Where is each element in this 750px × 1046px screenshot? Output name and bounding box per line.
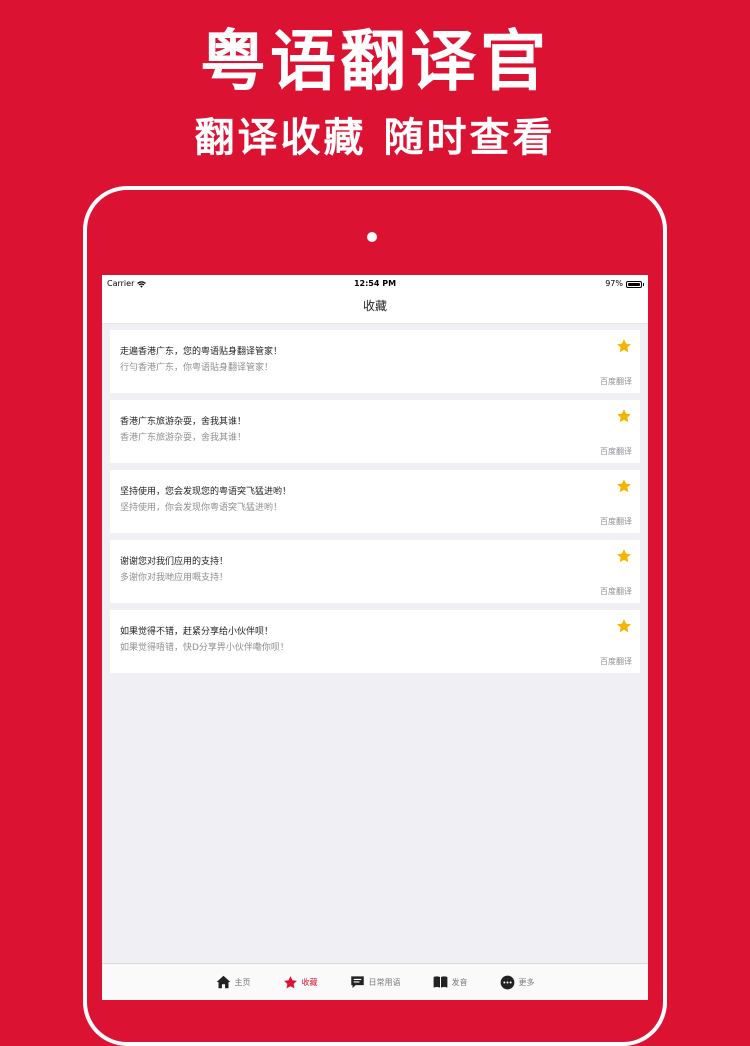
favorite-card[interactable]: 坚持使用，您会发现您的粤语突飞猛进哟！ 坚持使用，你会发现你粤语突飞猛进哟！ 百度翻… bbox=[110, 470, 640, 533]
promo-subtitle: 翻译收藏 随时查看 bbox=[194, 115, 556, 161]
favorite-translation-text: 行勻香港广东，你粤语貼身翻译管家！ bbox=[120, 363, 274, 373]
favorite-translation-text: 多谢你对我哋应用嘅支持！ bbox=[120, 573, 229, 583]
favorite-source-text: 谢谢您对我们应用的支持！ bbox=[120, 557, 229, 567]
translation-engine-label: 百度翻译 bbox=[600, 587, 632, 596]
translation-engine-label: 百度翻译 bbox=[600, 517, 632, 526]
tab-label: 更多 bbox=[518, 977, 535, 987]
favorite-source-text: 香港广东旅游杂耍，舍我其谁！ bbox=[120, 417, 247, 427]
favorite-card[interactable]: 走遍香港广东，您的粤语贴身翻译管家！ 行勻香港广东，你粤语貼身翻译管家！ 百度翻译 bbox=[110, 330, 640, 393]
tab-label: 发音 bbox=[451, 977, 468, 987]
tab-book[interactable]: 发音 bbox=[433, 975, 468, 989]
star-icon[interactable] bbox=[616, 548, 632, 564]
tab-home[interactable]: 主页 bbox=[216, 975, 251, 989]
favorite-translation-text: 如果觉得唔错，快D分享畀小伙伴嘞你呗！ bbox=[120, 643, 289, 653]
status-bar: Carrier 12:54 PM 97% bbox=[102, 275, 648, 293]
favorite-translation-text: 香港广东旅游杂耍，舍我其谁！ bbox=[120, 433, 247, 443]
more-icon bbox=[500, 975, 519, 990]
favorite-translation-text: 坚持使用，你会发现你粤语突飞猛进哟！ bbox=[120, 503, 283, 513]
nav-title: 收藏 bbox=[362, 299, 387, 313]
tab-label: 收藏 bbox=[301, 977, 318, 987]
star-icon[interactable] bbox=[616, 408, 632, 424]
translation-engine-label: 百度翻译 bbox=[600, 657, 632, 666]
star-icon bbox=[283, 975, 302, 990]
tab-star[interactable]: 收藏 bbox=[283, 975, 318, 990]
book-icon bbox=[433, 975, 452, 989]
star-icon[interactable] bbox=[616, 338, 632, 354]
battery-cap bbox=[642, 283, 644, 286]
favorite-card[interactable]: 香港广东旅游杂耍，舍我其谁！ 香港广东旅游杂耍，舍我其谁！ 百度翻译 bbox=[110, 400, 640, 463]
favorites-list: 走遍香港广东，您的粤语贴身翻译管家！ 行勻香港广东，你粤语貼身翻译管家！ 百度翻译香… bbox=[102, 324, 648, 673]
favorite-source-text: 如果觉得不错，赶紧分享给小伙伴呗！ bbox=[120, 627, 274, 637]
nav-bar: 收藏 bbox=[102, 293, 648, 324]
battery-level bbox=[628, 282, 640, 286]
promo-title: 粤语翻译官 bbox=[200, 23, 550, 100]
star-icon[interactable] bbox=[616, 618, 632, 634]
battery-icon bbox=[626, 280, 644, 288]
app-screen: Carrier 12:54 PM 97% 收藏 走遍香港广东，您的粤语贴身翻译管… bbox=[102, 275, 648, 1000]
translation-engine-label: 百度翻译 bbox=[600, 447, 632, 456]
tab-bar: 主页 收藏 日常用语 发音 更多 bbox=[102, 963, 648, 1000]
chat-icon bbox=[350, 975, 369, 989]
favorite-card[interactable]: 谢谢您对我们应用的支持！ 多谢你对我哋应用嘅支持！ 百度翻译 bbox=[110, 540, 640, 603]
translation-engine-label: 百度翻译 bbox=[600, 377, 632, 386]
tablet-camera bbox=[367, 232, 377, 242]
favorite-card[interactable]: 如果觉得不错，赶紧分享给小伙伴呗！ 如果觉得唔错，快D分享畀小伙伴嘞你呗！ 百度翻译 bbox=[110, 610, 640, 673]
star-icon[interactable] bbox=[616, 478, 632, 494]
status-right: 97% bbox=[605, 275, 644, 293]
tab-label: 主页 bbox=[234, 977, 251, 987]
home-icon bbox=[216, 975, 235, 989]
tab-more[interactable]: 更多 bbox=[500, 975, 535, 990]
favorite-source-text: 走遍香港广东，您的粤语贴身翻译管家！ bbox=[120, 347, 283, 357]
tab-chat[interactable]: 日常用语 bbox=[350, 975, 401, 989]
tab-label: 日常用语 bbox=[368, 977, 401, 987]
battery-percent: 97% bbox=[605, 279, 623, 288]
favorite-source-text: 坚持使用，您会发现您的粤语突飞猛进哟！ bbox=[120, 487, 292, 497]
status-time: 12:54 PM bbox=[353, 279, 397, 288]
